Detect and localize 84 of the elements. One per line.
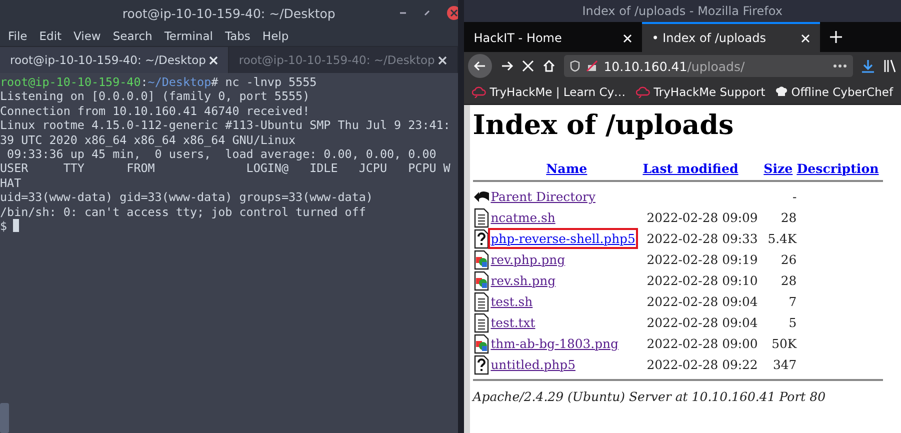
cloud-icon	[472, 86, 486, 98]
close-icon[interactable]	[438, 56, 447, 64]
back-icon[interactable]	[468, 54, 492, 78]
modified-date: 2022-02-28 09:00	[646, 336, 758, 351]
chef-hat-icon	[775, 86, 788, 98]
column-header-link[interactable]: Description	[796, 161, 879, 176]
modified-date: 2022-02-28 09:22	[646, 357, 758, 372]
text-file-icon	[472, 292, 491, 312]
terminal-line: root@ip-10-10-159-40:~/Desktop# nc -lnvp 5555	[0, 75, 318, 90]
terminal-line: uid=33(www-data) gid=33(www-data) groups=33(www-data)	[0, 190, 374, 205]
terminal-line: Connection from 10.10.160.41 46740 received!	[0, 104, 311, 118]
modified-date: 2022-02-28 09:19	[646, 252, 758, 267]
terminal-line: HAT	[0, 176, 22, 190]
more-icon[interactable]	[833, 64, 847, 68]
cloud-icon	[636, 86, 650, 98]
menu-item[interactable]: View	[68, 29, 107, 43]
menu-item[interactable]: Search	[106, 29, 158, 43]
window-title: Index of /uploads - Mozilla Firefox	[582, 4, 782, 18]
file-link[interactable]: thm-ab-bg-1803.png	[490, 336, 618, 351]
library-icon[interactable]	[883, 59, 897, 73]
file-size: 26	[780, 252, 797, 267]
shield-icon	[570, 60, 580, 72]
bookmark[interactable]: TryHackMe Support	[636, 85, 766, 99]
window-title: root@ip-10-10-159-40: ~/Desktop	[122, 6, 336, 20]
modified-date: 2022-02-28 09:33	[646, 231, 758, 246]
shell-prompt: $	[0, 218, 8, 233]
modified-date: 2022-02-28 09:10	[646, 273, 758, 288]
menu-item[interactable]: Terminal	[158, 29, 219, 43]
column-header-link[interactable]: Last modified	[642, 161, 738, 176]
plus-icon[interactable]	[830, 31, 842, 43]
bookmark[interactable]: TryHackMe | Learn Cy…	[472, 85, 626, 99]
server-signature: Apache/2.4.29 (Ubuntu) Server at 10.10.160.41 Port 80	[472, 389, 827, 404]
terminal-line: 39 UTC 2020 x86_64 x86_64 x86_64 GNU/Linux	[0, 132, 297, 147]
modified-date: 2022-02-28 09:04	[646, 294, 758, 309]
image-file-icon	[472, 270, 491, 290]
home-icon[interactable]	[542, 59, 556, 73]
maximize-icon[interactable]	[422, 8, 432, 18]
file-link[interactable]: ncatme.sh	[490, 210, 556, 225]
terminal-tab[interactable]: root@ip-10-10-159-40: ~/Desktop	[0, 47, 229, 73]
stop-icon[interactable]	[522, 60, 534, 72]
terminal-line: Linux rootme 4.15.0-112-generic #113-Ubuntu SMP Thu Jul 9 23:41:	[0, 118, 452, 133]
terminal-line: 09:33:36 up 45 min, 0 users, load average: 0.00, 0.00, 0.00	[6, 146, 438, 162]
file-size: -	[792, 189, 797, 204]
file-link[interactable]: php-reverse-shell.php5	[490, 231, 636, 246]
menu-item[interactable]: Tabs	[218, 29, 256, 43]
terminal-line: USER TTY FROM LOGIN@ IDLE JCPU PCPU W	[0, 161, 452, 176]
download-icon[interactable]	[861, 59, 875, 73]
page-heading: Index of /uploads	[472, 109, 735, 143]
modified-date: 2022-02-28 09:04	[646, 315, 758, 330]
browser-tab[interactable]: • Index of /uploads	[642, 22, 820, 52]
column-header-link[interactable]: Size	[764, 161, 793, 176]
image-file-icon	[472, 250, 491, 270]
forward-icon[interactable]	[500, 59, 514, 73]
file-link[interactable]: untitled.php5	[490, 357, 576, 372]
text-file-icon	[472, 208, 491, 228]
file-size: 5	[788, 315, 797, 330]
file-link[interactable]: rev.sh.png	[490, 273, 556, 288]
address-bar[interactable]: 10.10.160.41/uploads/	[564, 55, 853, 77]
file-size: 50K	[772, 336, 797, 351]
terminal-line: /bin/sh: 0: can't access tty; job control turned off	[0, 204, 367, 219]
file-size: 28	[780, 273, 797, 288]
file-size: 28	[780, 210, 797, 225]
file-link[interactable]: rev.php.png	[490, 252, 566, 267]
menu-item[interactable]: Edit	[33, 29, 68, 43]
file-size: 7	[788, 294, 797, 309]
insecure-lock-icon	[586, 60, 598, 72]
column-header-link[interactable]: Name	[546, 161, 588, 176]
unknown-file-icon	[472, 354, 491, 374]
terminal-line: Listening on [0.0.0.0] (family 0, port 5555)	[0, 89, 311, 104]
bookmark[interactable]: Offline CyberChef	[775, 85, 893, 99]
file-size: 5.4K	[768, 231, 797, 246]
image-file-icon	[472, 334, 491, 354]
menu-item[interactable]: Help	[256, 29, 295, 43]
file-link[interactable]: test.txt	[490, 315, 536, 330]
text-cursor	[13, 218, 20, 232]
unknown-file-icon	[472, 228, 491, 248]
file-link[interactable]: test.sh	[490, 294, 533, 309]
file-link[interactable]: Parent Directory	[490, 189, 596, 204]
menu-item[interactable]: File	[2, 29, 34, 43]
close-icon[interactable]	[208, 56, 218, 64]
modified-date: 2022-02-28 09:09	[646, 210, 758, 225]
file-size: 347	[773, 357, 797, 372]
text-file-icon	[472, 312, 491, 332]
browser-tab[interactable]: HackIT - Home	[464, 22, 642, 52]
